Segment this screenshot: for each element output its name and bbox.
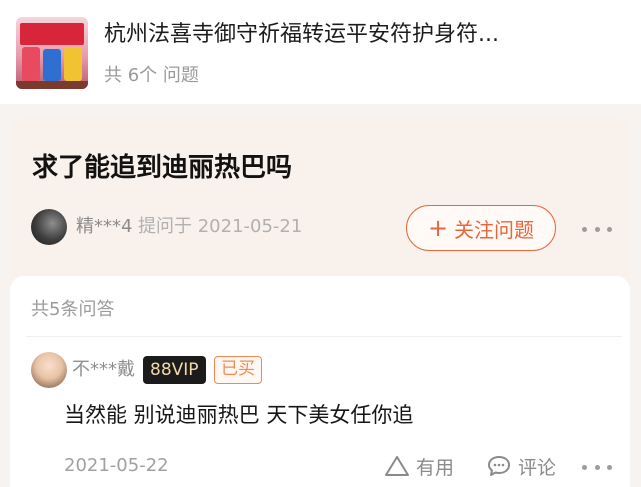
asker-name: 精***4 bbox=[76, 216, 133, 237]
question-count: 共 6个 问题 bbox=[104, 65, 199, 86]
answerer-name: 不***戴 bbox=[72, 359, 135, 380]
product-header[interactable]: 杭州法喜寺御守祈福转运平安符护身符... 共 6个 问题 bbox=[0, 0, 641, 104]
follow-label: 关注问题 bbox=[454, 217, 535, 242]
ask-time: 提问于 2021-05-21 bbox=[138, 216, 303, 237]
answer-count: 共5条问答 bbox=[31, 299, 115, 320]
comment-icon bbox=[488, 456, 510, 476]
useful-button[interactable]: 有用 bbox=[384, 453, 454, 479]
avatar[interactable] bbox=[31, 352, 67, 388]
avatar[interactable] bbox=[31, 209, 67, 245]
comment-button[interactable]: 评论 bbox=[486, 453, 556, 479]
answers-card: 共5条问答 不***戴 88VIP 已买 当然能 别说迪丽热巴 天下美女任你追 … bbox=[10, 276, 630, 487]
comment-label: 评论 bbox=[518, 456, 557, 479]
vip-badge: 88VIP bbox=[143, 356, 206, 384]
question-card: 求了能追到迪丽热巴吗 精***4 提问于 2021-05-21 + 关注问题 bbox=[10, 118, 630, 298]
product-thumbnail[interactable] bbox=[16, 17, 88, 89]
divider bbox=[26, 336, 622, 337]
more-dots-icon[interactable] bbox=[582, 219, 612, 239]
useful-label: 有用 bbox=[416, 456, 455, 479]
follow-question-button[interactable]: + 关注问题 bbox=[406, 205, 556, 251]
bought-badge: 已买 bbox=[214, 356, 262, 384]
product-title[interactable]: 杭州法喜寺御守祈福转运平安符护身符... bbox=[104, 20, 594, 50]
thumbs-up-icon bbox=[385, 456, 409, 476]
answer-text: 当然能 别说迪丽热巴 天下美女任你追 bbox=[64, 403, 414, 427]
more-dots-icon[interactable] bbox=[582, 457, 612, 477]
question-title: 求了能追到迪丽热巴吗 bbox=[32, 153, 293, 183]
answer-time: 2021-05-22 bbox=[64, 455, 169, 476]
plus-icon: + bbox=[427, 214, 449, 242]
